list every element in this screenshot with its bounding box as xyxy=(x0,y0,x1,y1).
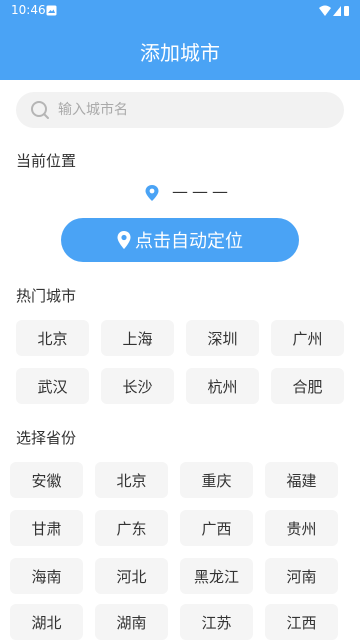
app-header: 10:46 添加城市 xyxy=(0,0,360,80)
location-pin-icon xyxy=(117,231,131,249)
battery-icon xyxy=(344,6,349,16)
hot-city-chip[interactable]: 长沙 xyxy=(101,368,174,404)
province-chip[interactable]: 湖北 xyxy=(10,604,83,640)
province-chip[interactable]: 河南 xyxy=(265,558,338,594)
search-input[interactable] xyxy=(58,92,328,128)
province-chip[interactable]: 重庆 xyxy=(180,462,253,498)
hot-city-chip[interactable]: 合肥 xyxy=(271,368,344,404)
hot-city-chip[interactable]: 北京 xyxy=(16,320,89,356)
hot-city-chip[interactable]: 上海 xyxy=(101,320,174,356)
page-title: 添加城市 xyxy=(140,41,220,65)
status-icons xyxy=(319,5,349,16)
province-chip[interactable]: 黑龙江 xyxy=(180,558,253,594)
province-chip[interactable]: 甘肃 xyxy=(10,510,83,546)
hot-city-chip[interactable]: 武汉 xyxy=(16,368,89,404)
hot-city-chip[interactable]: 深圳 xyxy=(186,320,259,356)
province-chip[interactable]: 广东 xyxy=(95,510,168,546)
notification-icon xyxy=(46,5,57,16)
wifi-icon xyxy=(319,5,331,16)
province-chip[interactable]: 河北 xyxy=(95,558,168,594)
status-bar: 10:46 xyxy=(0,0,360,22)
location-pin-icon xyxy=(145,185,159,201)
provinces-label: 选择省份 xyxy=(16,429,77,447)
search-bar[interactable] xyxy=(16,92,344,128)
province-chip[interactable]: 江西 xyxy=(265,604,338,640)
current-location-value: ——— xyxy=(172,182,232,201)
hot-city-chip[interactable]: 广州 xyxy=(271,320,344,356)
hot-cities-label: 热门城市 xyxy=(16,287,77,305)
province-chip[interactable]: 江苏 xyxy=(180,604,253,640)
signal-icon xyxy=(333,6,341,16)
province-chip[interactable]: 安徽 xyxy=(10,462,83,498)
province-chip[interactable]: 北京 xyxy=(95,462,168,498)
province-chip[interactable]: 福建 xyxy=(265,462,338,498)
status-time: 10:46 xyxy=(11,3,46,17)
auto-locate-button[interactable]: 点击自动定位 xyxy=(61,218,299,262)
search-icon xyxy=(31,101,49,119)
province-chip[interactable]: 海南 xyxy=(10,558,83,594)
province-chip[interactable]: 贵州 xyxy=(265,510,338,546)
province-chip[interactable]: 湖南 xyxy=(95,604,168,640)
hot-city-chip[interactable]: 杭州 xyxy=(186,368,259,404)
province-chip[interactable]: 广西 xyxy=(180,510,253,546)
auto-locate-label: 点击自动定位 xyxy=(135,231,243,252)
current-location-label: 当前位置 xyxy=(16,152,77,170)
